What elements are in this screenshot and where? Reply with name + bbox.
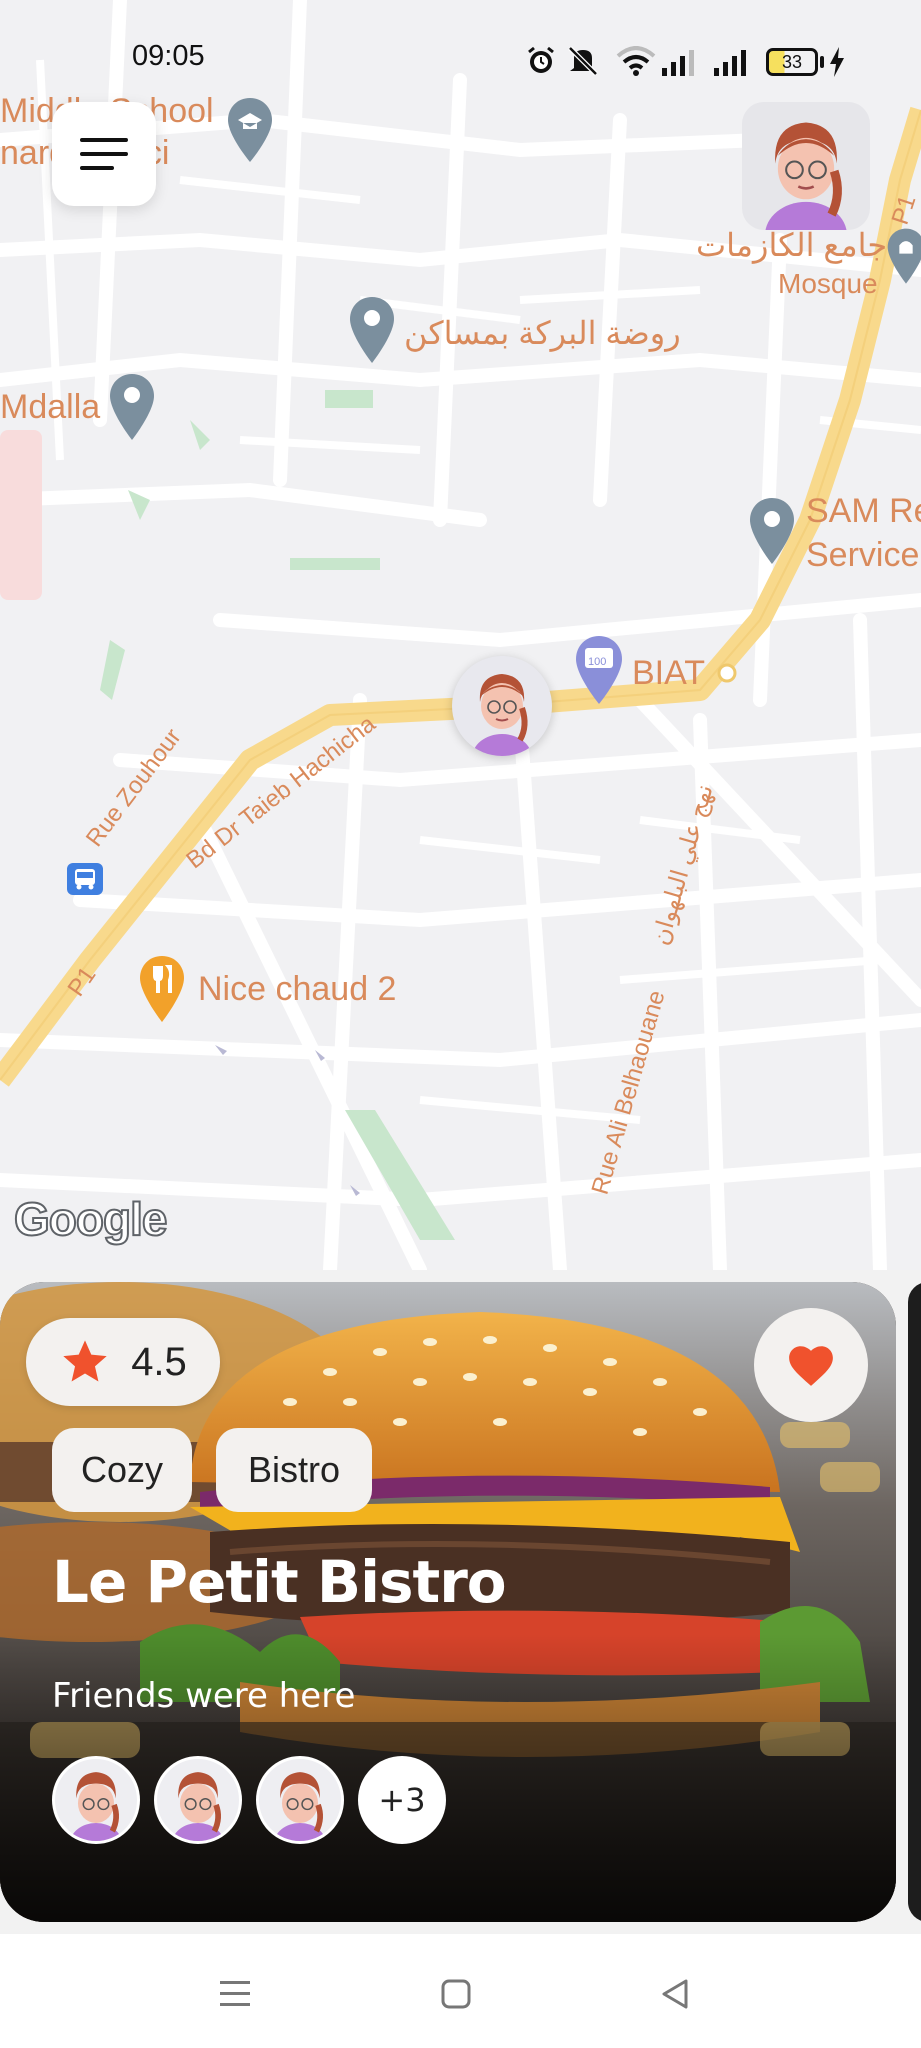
avatar-icon (274, 1772, 326, 1841)
google-logo: Google (13, 1192, 168, 1246)
map-label: Service (806, 536, 920, 574)
favorite-button[interactable] (754, 1308, 868, 1422)
friend-avatar[interactable] (154, 1756, 242, 1844)
home-icon[interactable] (440, 1978, 472, 2010)
map-label: Nice chaud 2 (198, 970, 397, 1008)
alarm-icon (528, 46, 554, 73)
back-icon[interactable] (660, 1978, 690, 2010)
tag-chip[interactable]: Cozy (52, 1428, 192, 1512)
mosque-pin-icon[interactable] (886, 222, 921, 292)
place-pin-icon[interactable] (108, 372, 156, 444)
status-time: 09:05 (132, 40, 205, 72)
menu-button[interactable] (52, 102, 156, 206)
signal-icon (714, 50, 746, 76)
wifi-icon (616, 46, 656, 76)
mute-icon (568, 46, 598, 76)
more-friends-badge[interactable]: +3 (358, 1756, 446, 1844)
restaurant-title: Le Petit Bistro (52, 1548, 507, 1616)
avatar-icon (70, 1772, 122, 1841)
menu-icon (80, 138, 128, 170)
next-card-peek[interactable] (908, 1282, 921, 1922)
friend-avatar[interactable] (256, 1756, 344, 1844)
restaurant-pin-icon[interactable] (138, 954, 186, 1026)
user-location-marker[interactable] (452, 656, 552, 756)
star-icon (63, 1340, 107, 1382)
school-pin-icon[interactable] (226, 96, 274, 166)
bank-badge: 100 (588, 656, 607, 668)
battery-icon: 33 (766, 48, 818, 76)
place-pin-icon[interactable] (348, 295, 396, 367)
avatar-icon (765, 122, 847, 230)
system-nav-bar (0, 1934, 921, 2048)
map-label: Mdalla (0, 388, 101, 426)
battery-level: 33 (781, 52, 803, 72)
heart-icon (789, 1346, 833, 1386)
bank-pin-icon[interactable] (574, 634, 624, 708)
tag-chip[interactable]: Bistro (216, 1428, 372, 1512)
avatar-icon (472, 674, 532, 756)
map-label: جامع الكازمات (696, 227, 888, 263)
bus-stop-icon[interactable] (66, 862, 104, 896)
friend-avatar[interactable] (52, 1756, 140, 1844)
map-label: SAM Re (806, 492, 921, 530)
map-label: روضة البركة بمساكن (404, 315, 681, 351)
map-label: BIAT (632, 654, 706, 692)
restaurant-subtitle: Friends were here (52, 1676, 356, 1716)
map-label: Mosque (778, 268, 878, 299)
rating-value: 4.5 (131, 1339, 187, 1384)
battery-tip (820, 56, 824, 68)
recent-apps-icon[interactable] (218, 1978, 252, 2010)
avatar-icon (172, 1772, 224, 1841)
rating-badge: 4.5 (26, 1318, 220, 1406)
charging-icon (830, 47, 844, 77)
profile-avatar-button[interactable] (742, 102, 870, 230)
place-pin-icon[interactable] (748, 496, 796, 568)
signal-icon (662, 50, 694, 76)
